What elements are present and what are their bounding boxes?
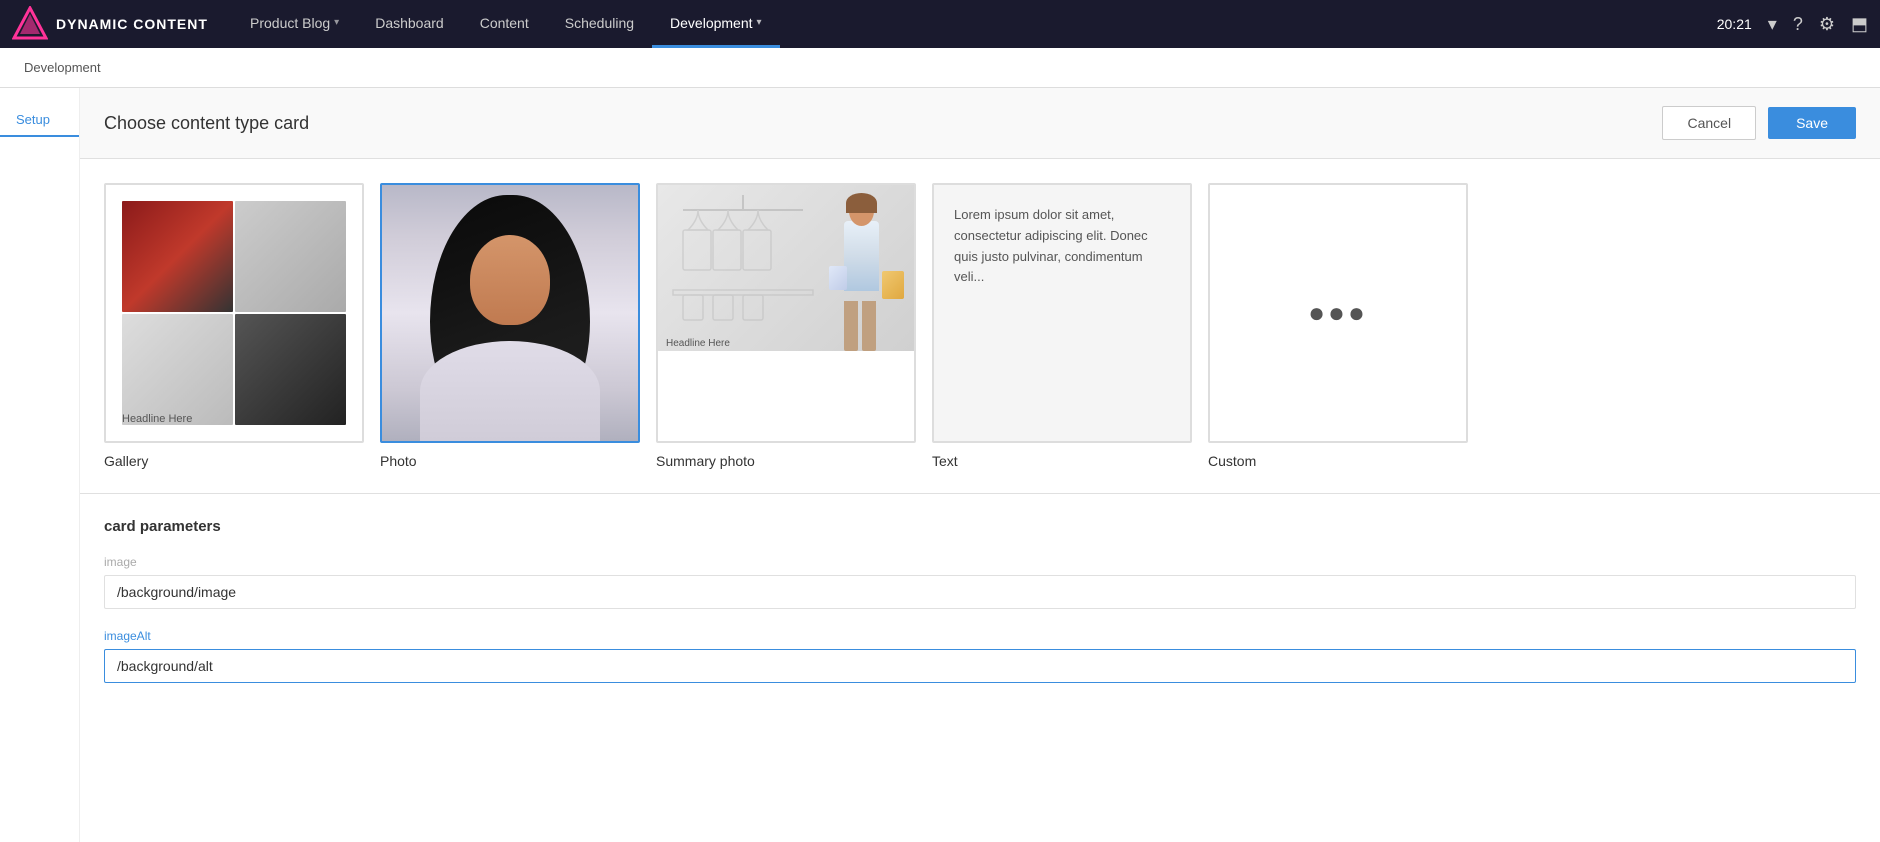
time-display: 20:21 [1717,16,1752,32]
nav-item-product-blog[interactable]: Product Blog ▾ [232,0,357,48]
logo-area: DYNAMIC CONTENT [12,6,232,42]
gallery-headline-text: Headline Here [122,413,192,425]
photo-face [470,235,550,325]
text-label: Text [932,453,958,469]
summary-photo-label: Summary photo [656,453,755,469]
app-name: DYNAMIC CONTENT [56,16,208,32]
card-type-summary-photo[interactable]: Headline Here Summary photo [656,183,916,469]
text-preview: Lorem ipsum dolor sit amet, consectetur … [934,185,1190,441]
text-content-mock: Lorem ipsum dolor sit amet, consectetur … [954,205,1170,288]
gallery-preview: Headline Here [104,183,364,443]
summary-photo-preview: Headline Here [658,185,914,441]
summary-bg: Headline Here [658,185,914,351]
card-type-gallery[interactable]: Headline Here Gallery [104,183,364,469]
custom-preview-card: ●●● [1208,183,1468,443]
nav-item-content[interactable]: Content [462,0,547,48]
nav-item-scheduling[interactable]: Scheduling [547,0,652,48]
text-preview-card: Lorem ipsum dolor sit amet, consectetur … [932,183,1192,443]
sidebar: Setup [0,88,80,842]
summary-headline: Headline Here [666,338,730,349]
export-icon[interactable]: ⬒ [1851,14,1868,35]
imagealt-input[interactable] [104,649,1856,683]
help-icon[interactable]: ? [1793,14,1803,35]
modal-overlay: Choose content type card Cancel Save Hea… [80,88,1880,842]
sidebar-tab-setup[interactable]: Setup [0,104,79,137]
param-field-image: image [104,555,1856,609]
imagealt-label: imageAlt [104,629,1856,643]
image-input[interactable] [104,575,1856,609]
param-field-imagealt: imageAlt [104,629,1856,683]
modal-header: Choose content type card Cancel Save [80,88,1880,159]
nav-caret-development: ▾ [757,17,762,28]
card-type-text[interactable]: Lorem ipsum dolor sit amet, consectetur … [932,183,1192,469]
nav-items: Product Blog ▾ Dashboard Content Schedul… [232,0,1717,48]
photo-label: Photo [380,453,417,469]
gallery-label: Gallery [104,453,148,469]
photo-preview-card [380,183,640,443]
nav-caret-product-blog: ▾ [334,17,339,28]
gallery-img-1 [122,201,233,312]
settings-icon[interactable]: ⚙ [1819,14,1835,35]
nav-item-development[interactable]: Development ▾ [652,0,780,48]
params-title: card parameters [104,518,1856,535]
secondary-nav: Development [0,48,1880,88]
image-label: image [104,555,1856,569]
top-nav: DYNAMIC CONTENT Product Blog ▾ Dashboard… [0,0,1880,48]
breadcrumb: Development [24,60,101,75]
photo-body [420,341,600,441]
nav-item-dashboard[interactable]: Dashboard [357,0,462,48]
params-section: card parameters image imageAlt [80,494,1880,842]
summary-text-area [658,351,914,441]
summary-photo-preview-card: Headline Here [656,183,916,443]
sketch-lines-svg [663,190,823,330]
gallery-img-4 [235,314,346,425]
custom-preview: ●●● [1210,185,1466,441]
card-type-section: Headline Here Gallery Photo [80,159,1880,494]
cancel-button[interactable]: Cancel [1662,106,1756,140]
main-content: Setup Choose content type card Cancel Sa… [0,88,1880,842]
custom-dots-icon: ●●● [1308,297,1368,329]
nav-right: 20:21 ▾ ? ⚙ ⬒ [1717,14,1868,35]
gallery-img-2 [235,201,346,312]
modal-actions: Cancel Save [1662,106,1856,140]
card-type-photo[interactable]: Photo [380,183,640,469]
modal-title: Choose content type card [104,113,309,134]
time-caret[interactable]: ▾ [1768,14,1777,35]
summary-figure [824,191,899,351]
logo-icon [12,6,48,42]
save-button[interactable]: Save [1768,107,1856,139]
photo-model [382,185,638,441]
custom-label: Custom [1208,453,1256,469]
gallery-grid [106,185,362,441]
card-type-custom[interactable]: ●●● Custom [1208,183,1468,469]
gallery-img-3 [122,314,233,425]
